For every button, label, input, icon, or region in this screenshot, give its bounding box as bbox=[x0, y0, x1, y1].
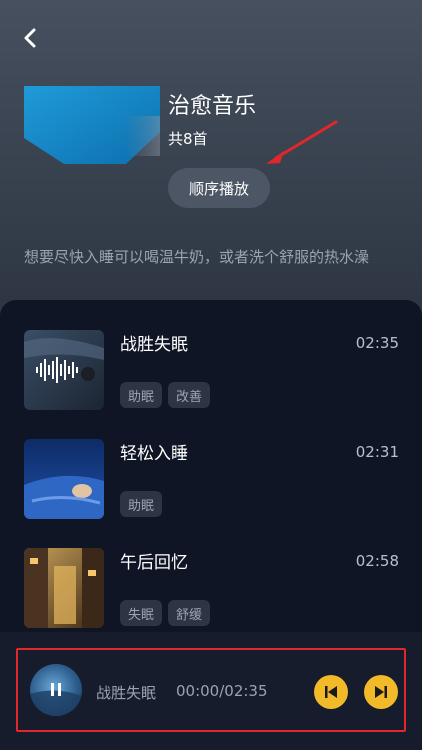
next-button[interactable] bbox=[364, 675, 398, 709]
track-title: 午后回忆 bbox=[120, 553, 188, 573]
tag: 助眠 bbox=[120, 382, 163, 408]
track-thumbnail bbox=[24, 439, 104, 519]
list-item[interactable]: 战胜失眠 02:35 助眠 改善 bbox=[24, 330, 404, 410]
chevron-left-icon bbox=[24, 28, 36, 48]
track-duration: 02:35 bbox=[355, 334, 399, 352]
track-tags: 助眠 改善 bbox=[120, 382, 211, 408]
play-order-button[interactable]: 顺序播放 bbox=[168, 168, 270, 208]
track-list: 战胜失眠 02:35 助眠 改善 轻松入睡 02:31 助眠 午后回忆 02:5… bbox=[0, 300, 422, 640]
list-item[interactable]: 午后回忆 02:58 失眠 舒缓 bbox=[24, 548, 404, 628]
album-title: 治愈音乐 bbox=[168, 94, 257, 119]
back-button[interactable] bbox=[18, 26, 42, 50]
track-count: 共8首 bbox=[168, 130, 208, 148]
track-title: 战胜失眠 bbox=[120, 335, 188, 355]
tag: 助眠 bbox=[120, 491, 163, 517]
track-tags: 失眠 舒缓 bbox=[120, 600, 211, 626]
list-item[interactable]: 轻松入睡 02:31 助眠 bbox=[24, 439, 404, 519]
tag: 舒缓 bbox=[168, 600, 211, 626]
tag: 失眠 bbox=[120, 600, 163, 626]
album-description: 想要尽快入睡可以喝温牛奶，或者洗个舒服的热水澡 bbox=[24, 248, 370, 266]
album-cover bbox=[24, 86, 160, 166]
now-playing-disc[interactable] bbox=[30, 664, 82, 716]
skip-next-icon bbox=[375, 686, 387, 698]
track-title: 轻松入睡 bbox=[120, 444, 188, 464]
track-thumbnail bbox=[24, 548, 104, 628]
track-duration: 02:58 bbox=[355, 552, 399, 570]
track-tags: 助眠 bbox=[120, 491, 163, 517]
previous-button[interactable] bbox=[314, 675, 348, 709]
playback-time: 00:00/02:35 bbox=[176, 682, 268, 700]
track-thumbnail bbox=[24, 330, 104, 410]
annotation-arrow-icon bbox=[266, 120, 338, 164]
skip-previous-icon bbox=[325, 686, 337, 698]
track-duration: 02:31 bbox=[355, 443, 399, 461]
tag: 改善 bbox=[168, 382, 211, 408]
now-playing-title: 战胜失眠 bbox=[96, 684, 157, 702]
